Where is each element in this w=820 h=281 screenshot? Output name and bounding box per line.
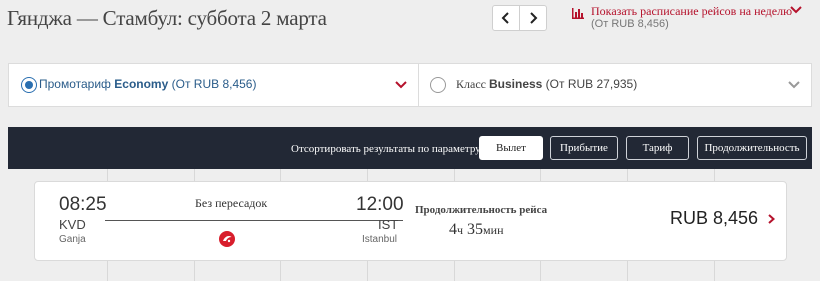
- previous-day-button[interactable]: [492, 5, 520, 31]
- flight-price[interactable]: RUB 8,456: [670, 208, 758, 229]
- departure-city: Ganja: [59, 234, 86, 245]
- weekly-schedule-link[interactable]: Показать расписание рейсов на неделю: [591, 4, 792, 19]
- arrival-city: Istanbul: [362, 234, 398, 245]
- business-radio[interactable]: [430, 77, 446, 93]
- duration-minutes: 35: [467, 221, 484, 238]
- business-prefix: Класс: [456, 77, 489, 91]
- departure-time: 08:25: [59, 194, 107, 215]
- duration-hours-unit: ч: [457, 223, 464, 237]
- economy-cabin: Economy: [114, 77, 169, 91]
- chevron-down-icon: [790, 6, 802, 14]
- duration-hours: 4: [449, 221, 457, 238]
- duration-value: 4ч 35мин: [449, 221, 503, 239]
- flight-result-card[interactable]: 08:25 KVD Ganja Без пересадок 12:00 IST …: [34, 181, 787, 261]
- route-line: [105, 220, 403, 221]
- business-label: Класс Business (От RUB 27,935): [456, 77, 637, 92]
- fare-selector: Промотариф Economy (От RUB 8,456) Класс …: [8, 63, 812, 107]
- page-title: Гянджа — Стамбул: суббота 2 марта: [7, 6, 327, 30]
- duration-minutes-unit: мин: [483, 223, 504, 237]
- chevron-down-icon: [395, 81, 407, 89]
- business-price: (От RUB 27,935): [542, 77, 638, 91]
- sort-duration-button[interactable]: Продолжительность: [697, 136, 807, 160]
- fare-option-business[interactable]: Класс Business (От RUB 27,935): [419, 64, 812, 106]
- bar-chart-icon: [572, 8, 584, 19]
- sort-bar: Отсортировать результаты по параметру Вы…: [8, 127, 812, 169]
- sort-fare-button[interactable]: Тариф: [626, 136, 689, 160]
- economy-price: (От RUB 8,456): [168, 77, 257, 91]
- chevron-down-icon: [788, 81, 800, 89]
- sort-departure-button[interactable]: Вылет: [479, 136, 543, 160]
- chevron-right-icon: [530, 12, 538, 24]
- chevron-right-icon[interactable]: [768, 214, 775, 224]
- stops-info: Без пересадок: [195, 196, 268, 210]
- departure-airport-code: KVD: [59, 217, 86, 232]
- fare-option-economy[interactable]: Промотариф Economy (От RUB 8,456): [9, 64, 419, 106]
- economy-prefix: Промотариф: [39, 77, 115, 91]
- arrival-time: 12:00: [356, 194, 404, 215]
- turkish-airlines-logo-icon: [219, 231, 235, 247]
- sort-label: Отсортировать результаты по параметру: [291, 143, 481, 155]
- next-day-button[interactable]: [519, 5, 547, 31]
- duration-label: Продолжительность рейса: [415, 204, 548, 216]
- business-cabin: Business: [488, 77, 543, 91]
- economy-label: Промотариф Economy (От RUB 8,456): [39, 77, 256, 91]
- weekly-schedule-price: (От RUB 8,456): [591, 18, 669, 30]
- economy-radio[interactable]: [21, 77, 37, 93]
- sort-arrival-button[interactable]: Прибытие: [550, 136, 618, 160]
- arrival-airport-code: IST: [378, 217, 399, 232]
- chevron-left-icon: [501, 12, 509, 24]
